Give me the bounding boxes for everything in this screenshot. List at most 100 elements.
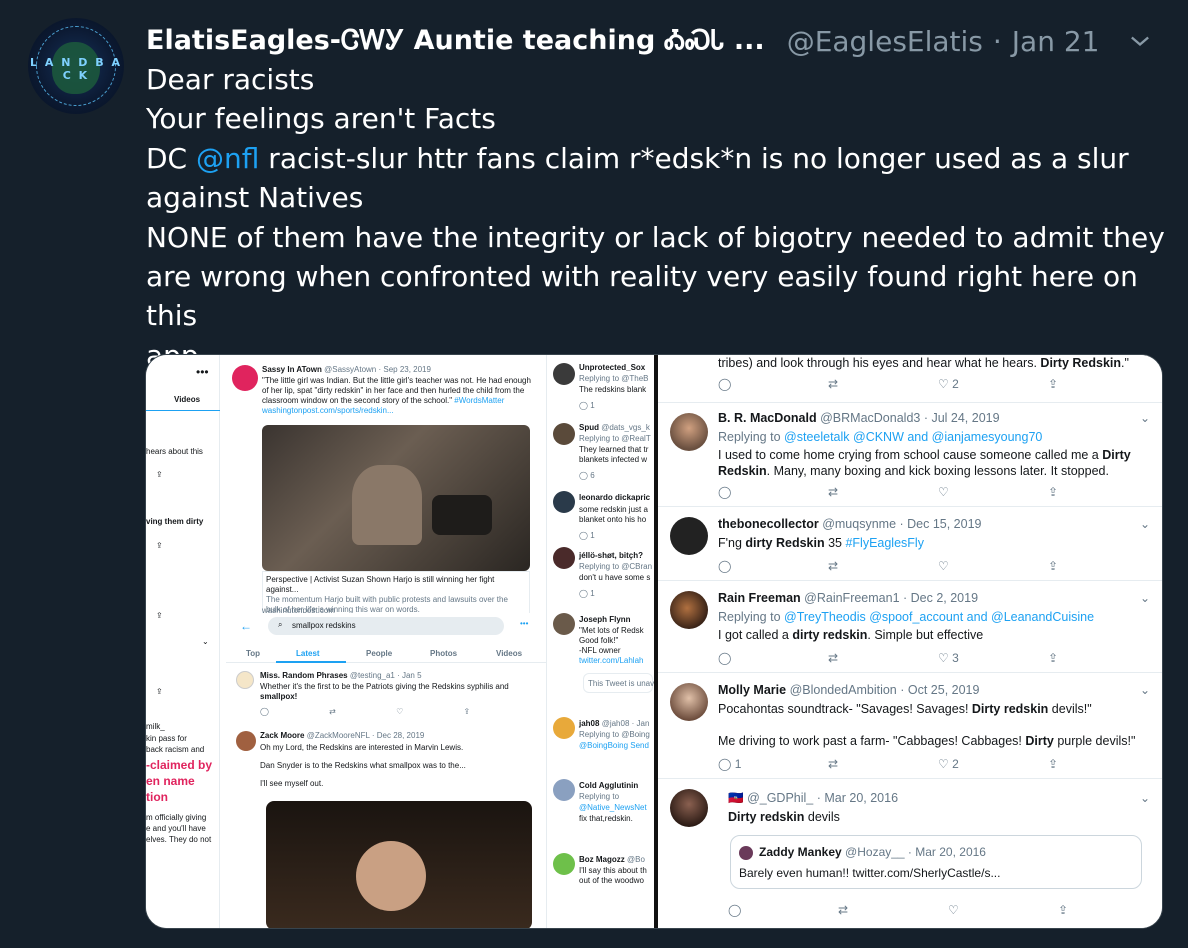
- retweet-icon: ⇄: [838, 903, 849, 917]
- tweet[interactable]: 🇭🇹 @_GDPhil_ · Mar 20, 2016 ⌄ Dirty reds…: [658, 779, 1162, 928]
- like-icon: ♡: [948, 903, 959, 917]
- mention-link[interactable]: @nfl: [196, 142, 259, 175]
- reply-to: Replying to @RealT: [579, 434, 651, 443]
- avatar[interactable]: [670, 683, 708, 721]
- reply-name: Cold Agglutinin: [579, 781, 639, 790]
- photo-microphones: [432, 495, 492, 535]
- tweet-line: NONE of them have the integrity or lack …: [146, 220, 1165, 254]
- avatar[interactable]: [670, 517, 708, 555]
- chevron-down-icon[interactable]: ⌄: [1140, 791, 1150, 805]
- highlight: -claimed by en name tion: [146, 758, 213, 804]
- like-icon: ♡: [938, 559, 949, 573]
- reply-header: Boz Magozz @Bo: [579, 855, 645, 864]
- avatar[interactable]: [670, 591, 708, 629]
- tab-underline: [146, 410, 220, 411]
- tweet[interactable]: Molly Marie @BlondedAmbition · Oct 25, 2…: [658, 673, 1162, 779]
- tweet-line: Dear racists: [146, 63, 315, 96]
- search-icon: ⌕: [278, 620, 283, 629]
- tweet-header: Zack Moore @ZackMooreNFL · Dec 28, 2019: [260, 731, 425, 740]
- avatar[interactable]: [670, 789, 708, 827]
- tab-underline: [276, 661, 346, 663]
- reply-to: Replying to @TheB: [579, 374, 649, 383]
- search-tabs: Top Latest People Photos Videos: [226, 643, 546, 663]
- reply-text: fix that,redskin.: [579, 814, 633, 823]
- tweet-actions[interactable]: ◯ ⇄ ♡ 3 ⇪: [718, 651, 1158, 665]
- chevron-down-icon[interactable]: ⌄: [1140, 683, 1150, 697]
- text-segment: racist-slur httr fans claim r*edsk*n is …: [259, 141, 1129, 175]
- share-icon: ⇪: [156, 470, 163, 479]
- snippet: milk_: [146, 722, 165, 731]
- chevron-down-icon[interactable]: [1126, 27, 1154, 55]
- tab: People: [366, 649, 393, 658]
- reply-text: I'll say this about th: [579, 866, 647, 875]
- tab-active: Latest: [296, 649, 320, 658]
- reply-text: blanket onto his ho: [579, 515, 647, 524]
- user-handle[interactable]: @EaglesElatis: [787, 25, 983, 58]
- chevron-down-icon[interactable]: ⌄: [1140, 517, 1150, 531]
- tweet-fragment: tribes) and look through his eyes and he…: [658, 355, 1162, 403]
- card-text: "The little girl was Indian. But the lit…: [262, 376, 531, 415]
- share-icon: ⇪: [1048, 377, 1059, 391]
- share-icon: ⇪: [1048, 559, 1059, 573]
- display-name[interactable]: ElatisEagles-ᏣᎳᎩ Auntie teaching ᎣᏍᏓ ...: [146, 25, 765, 57]
- snippet: e and you'll have: [146, 824, 206, 833]
- tweet[interactable]: Rain Freeman @RainFreeman1 · Dec 2, 2019…: [658, 581, 1162, 673]
- screenshot-sidebar: ••• Videos hears about this ⇪ ving them …: [146, 355, 220, 928]
- tweet-actions[interactable]: ◯ 1 ⇄ ♡ 2 ⇪: [718, 757, 1158, 771]
- tweet-text: Replying to @TreyTheodis @spoof_account …: [718, 610, 1095, 642]
- tweet-line: are wrong when confronted with reality v…: [146, 260, 1147, 333]
- quote-text: Barely even human!! twitter.com/SherlyCa…: [739, 866, 1001, 880]
- avatar-lettering: L A N D B A C K: [30, 56, 122, 82]
- tweet-text: Pocahontas soundtrack- "Savages! Savages…: [718, 702, 1136, 748]
- right-image[interactable]: tribes) and look through his eyes and he…: [658, 355, 1162, 928]
- reply-icon: ◯ 1: [718, 757, 742, 771]
- reply-count: ◯ 1: [579, 589, 595, 598]
- avatar: [553, 613, 575, 635]
- tweet-header: 🇭🇹 @_GDPhil_ · Mar 20, 2016: [728, 791, 899, 805]
- snippet: m officially giving: [146, 813, 207, 822]
- reply-text: The redskins blank: [579, 385, 647, 394]
- tweet-line: against Natives: [146, 181, 364, 215]
- reply-link: twitter.com/Lahlah: [579, 656, 644, 665]
- avatar: [553, 423, 575, 445]
- tweet-actions[interactable]: ◯ ⇄ ♡ ⇪: [718, 559, 1158, 573]
- reply-text: Good folk!": [579, 636, 619, 645]
- unavailable-notice: This Tweet is unav: [583, 673, 654, 693]
- avatar: [739, 846, 753, 860]
- gif-figure: [356, 841, 426, 911]
- search-box: ⌕ smallpox redskins: [268, 617, 504, 635]
- share-icon: ⇪: [1048, 651, 1059, 665]
- tweet-date[interactable]: Jan 21: [1012, 25, 1100, 58]
- chevron-down-icon[interactable]: ⌄: [1140, 411, 1150, 425]
- share-icon: ⇪: [1048, 485, 1059, 499]
- like-icon: ♡ 2: [938, 757, 959, 771]
- profile-avatar[interactable]: L A N D B A C K: [28, 18, 124, 114]
- tweet-line: DC @nfl racist-slur httr fans claim r*ed…: [146, 139, 1176, 178]
- snippet: back racism and: [146, 745, 205, 754]
- avatar[interactable]: [670, 413, 708, 451]
- tweet-actions[interactable]: ◯ ⇄ ♡ ⇪: [718, 485, 1158, 499]
- card-header: Sassy In ATown @SassyAtown · Sep 23, 201…: [262, 365, 431, 374]
- tweet-text: Oh my Lord, the Redskins are interested …: [260, 743, 466, 788]
- tweet-header: Miss. Random Phrases @testing_a1 · Jan 5: [260, 671, 422, 680]
- chevron-down-icon[interactable]: ⌄: [1140, 591, 1150, 605]
- news-photo: [262, 425, 530, 571]
- quoted-tweet[interactable]: Zaddy Mankey @Hozay__ · Mar 20, 2016 Bar…: [730, 835, 1142, 889]
- tweet-header: ElatisEagles-ᏣᎳᎩ Auntie teaching ᎣᏍᏓ ...…: [146, 21, 1168, 61]
- tweet-header: B. R. MacDonald @BRMacDonald3 · Jul 24, …: [718, 411, 1000, 425]
- tweet[interactable]: thebonecollector @muqsynme · Dec 15, 201…: [658, 507, 1162, 581]
- reply-icon: ◯: [718, 651, 732, 665]
- tweet-actions[interactable]: ◯ ⇄ ♡ ⇪: [728, 903, 1162, 917]
- tweet-text: Dirty redskin devils: [728, 810, 840, 824]
- tweet[interactable]: B. R. MacDonald @BRMacDonald3 · Jul 24, …: [658, 403, 1162, 507]
- left-image[interactable]: ••• Videos hears about this ⇪ ving them …: [146, 355, 654, 928]
- replies-column: Unprotected_Sox Replying to @TheB The re…: [546, 355, 654, 928]
- snippet: kin pass for: [146, 734, 187, 743]
- avatar: [232, 365, 258, 391]
- share-icon: ⇪: [1048, 757, 1059, 771]
- flag-icons: 🇭🇹: [728, 791, 744, 805]
- date-separator: ·: [992, 24, 1002, 58]
- retweet-icon: ⇄: [828, 485, 839, 499]
- reply-header: jah08 @jah08 · Jan: [579, 719, 650, 728]
- tweet-media[interactable]: ••• Videos hears about this ⇪ ving them …: [145, 354, 1163, 929]
